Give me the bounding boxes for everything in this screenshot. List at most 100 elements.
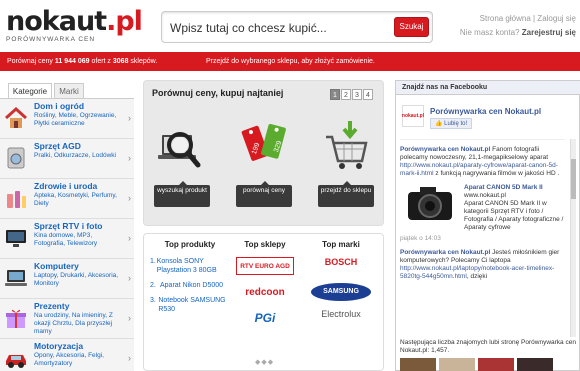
category-title[interactable]: Sprzęt AGD [34, 141, 81, 151]
category-desc[interactable]: Na urodziny, Na imieniny, Z okazji Chrzt… [34, 312, 119, 336]
product-name[interactable]: Konsola SONY Playstation 3 80GB [157, 257, 230, 275]
stats-text: Porównaj ceny 11 944 069 ofert z 3068 sk… [7, 58, 158, 65]
category-item[interactable]: Dom i ogród Rośliny, Meble, Ogrzewanie, P… [0, 99, 134, 139]
tab-brands[interactable]: Marki [54, 83, 84, 98]
step-compare: 199 329 porównaj ceny [234, 105, 294, 220]
fan-avatar[interactable] [478, 358, 514, 371]
facebook-page: nokaut.pl Porównywarka cen Nokaut.pl 👍 L… [402, 105, 577, 135]
promo-page-1[interactable]: 1 [330, 89, 340, 100]
category-item[interactable]: Sprzęt AGD Pralki, Odkurzacze, Lodówki › [0, 139, 134, 179]
chevron-right-icon[interactable]: › [128, 353, 131, 363]
facebook-feed[interactable]: Porównywarka cen Nokaut.pl Fanom fotogra… [400, 139, 565, 337]
attachment-title[interactable]: Aparat CANON 5D Mark II [464, 184, 565, 192]
brand-electrolux-logo[interactable]: Electrolux [302, 309, 380, 327]
camera-image[interactable] [400, 184, 460, 226]
chevron-right-icon[interactable]: › [128, 153, 131, 163]
category-desc[interactable]: Opony, Akcesoria, Felgi, Amortyzatory [34, 352, 119, 368]
fans-count-text: Następująca liczba znajomych lubi stronę… [400, 339, 576, 354]
no-account-text: Nie masz konta? [459, 28, 520, 37]
offers-count: 11 944 069 [54, 58, 90, 65]
top-product-item[interactable]: 2. Aparat Nikon D5000 [150, 281, 230, 290]
post-time: piątek o 14:03 [400, 235, 441, 242]
facebook-header: Znajdź nas na Facebooku [396, 81, 580, 95]
category-item[interactable]: Motoryzacja Opony, Akcesoria, Felgi, Amor… [0, 339, 134, 371]
category-item[interactable]: Komputery Laptopy, Drukarki, Akcesoria, M… [0, 259, 134, 299]
category-desc[interactable]: Kina domowe, MP3, Fotografia, Telewizory [34, 232, 119, 248]
promo-page-2[interactable]: 2 [341, 89, 351, 100]
register-link[interactable]: Zarejestruj się [522, 28, 576, 37]
chevron-right-icon[interactable]: › [128, 193, 131, 203]
home-login-link[interactable]: Strona główna | Zaloguj się [460, 12, 576, 26]
stats-bar: Porównaj ceny 11 944 069 ofert z 3068 sk… [0, 52, 580, 71]
fan-avatar[interactable] [400, 358, 436, 371]
shop-rtveuroagd-logo[interactable]: RTV EURO AGD [236, 257, 294, 275]
promo-page-4[interactable]: 4 [363, 89, 373, 100]
promo-page-3[interactable]: 3 [352, 89, 362, 100]
car-icon [3, 345, 29, 371]
account-links: Strona główna | Zaloguj się Nie masz kon… [460, 12, 576, 40]
category-title[interactable]: Dom i ogród [34, 101, 84, 111]
search-input[interactable] [170, 18, 380, 38]
brand-bosch-logo[interactable]: BOSCH [302, 257, 380, 275]
product-rank: 1. [150, 258, 156, 265]
price-tags-icon: 199 329 [238, 113, 290, 183]
like-button[interactable]: 👍 Lubię to! [430, 118, 473, 129]
search-box: Szukaj [161, 11, 433, 43]
logo-tagline: PORÓWNYWARKA CEN [6, 36, 96, 43]
search-button[interactable]: Szukaj [394, 17, 429, 37]
top-shops-title: Top sklepy [244, 240, 286, 249]
category-desc[interactable]: Laptopy, Drukarki, Akcesoria, Monitory [34, 272, 119, 288]
main-content: Porównuj ceny, kupuj najtaniej 1234 wysz… [143, 80, 384, 371]
attachment-url: www.nokaut.pl [464, 192, 506, 199]
fan-avatar[interactable] [517, 358, 553, 371]
category-title[interactable]: Prezenty [34, 301, 69, 311]
top-product-item[interactable]: 1. Konsola SONY Playstation 3 80GB [150, 257, 230, 275]
tv-icon [3, 225, 29, 251]
logo-ext: .pl [106, 6, 143, 37]
category-item[interactable]: Prezenty Na urodziny, Na imieniny, Z okaz… [0, 299, 134, 339]
shop-pgi-logo[interactable]: PGi [236, 309, 294, 327]
promo-banner: Porównuj ceny, kupuj najtaniej 1234 wysz… [143, 80, 384, 226]
logo[interactable]: nokaut.pl PORÓWNYWARKA CEN [6, 6, 143, 44]
category-title[interactable]: Motoryzacja [34, 341, 83, 351]
fan-faces [400, 358, 553, 371]
category-desc[interactable]: Rośliny, Meble, Ogrzewanie, Płytki ceram… [34, 112, 119, 128]
chevron-right-icon[interactable]: › [128, 233, 131, 243]
gift-icon [3, 305, 29, 331]
facebook-avatar[interactable]: nokaut.pl [402, 105, 424, 127]
category-title[interactable]: Komputery [34, 261, 79, 271]
tops-pager-dots[interactable]: ◆◆◆ [255, 358, 274, 366]
fan-avatar[interactable] [439, 358, 475, 371]
top-products: Top produkty 1. Konsola SONY Playstation … [150, 240, 230, 320]
chevron-right-icon[interactable]: › [128, 273, 131, 283]
shops-count: 3068 [112, 58, 129, 65]
sidebar: Kategorie Marki Dom i ogród Rośliny, Mebl… [0, 80, 134, 371]
step-shop: przejdź do sklepu [316, 105, 376, 220]
product-rank: 2. [150, 282, 156, 289]
facebook-page-name[interactable]: Porównywarka cen Nokaut.pl [430, 107, 541, 116]
brand-samsung-logo[interactable]: SAMSUNG [311, 283, 371, 301]
category-desc[interactable]: Apteka, Kosmetyki, Perfumy, Diety [34, 192, 119, 208]
top-brands: Top marki BOSCH SAMSUNG Electrolux [302, 240, 380, 327]
tab-categories[interactable]: Kategorie [8, 83, 52, 99]
category-item[interactable]: Sprzęt RTV i foto Kina domowe, MP3, Fotog… [0, 219, 134, 259]
category-title[interactable]: Sprzęt RTV i foto [34, 221, 102, 231]
chevron-right-icon[interactable]: › [128, 313, 131, 323]
category-title[interactable]: Zdrowie i uroda [34, 181, 97, 191]
product-name[interactable]: Notebook SAMSUNG R530 [158, 296, 230, 314]
top-product-item[interactable]: 3. Notebook SAMSUNG R530 [150, 296, 230, 314]
facebook-box: Znajdź nas na Facebooku nokaut.pl Porówn… [395, 80, 580, 371]
category-desc[interactable]: Pralki, Odkurzacze, Lodówki [34, 152, 119, 160]
product-rank: 3. [150, 297, 156, 304]
feed-scrollbar[interactable] [570, 139, 576, 337]
stats-hint: Przejdź do wybranego sklepu, aby złożyć … [206, 58, 375, 65]
magnifier-laptop-icon [156, 113, 208, 183]
product-name[interactable]: Aparat Nikon D5000 [160, 281, 223, 290]
step-shop-label: przejdź do sklepu [318, 185, 374, 207]
shopping-cart-icon [320, 113, 372, 183]
chevron-right-icon[interactable]: › [128, 113, 131, 123]
shop-redcoon-logo[interactable]: redcoon [236, 283, 294, 301]
logo-main: nokaut [6, 6, 107, 37]
promo-title: Porównuj ceny, kupuj najtaniej [152, 88, 284, 98]
category-item[interactable]: Zdrowie i uroda Apteka, Kosmetyki, Perfum… [0, 179, 134, 219]
